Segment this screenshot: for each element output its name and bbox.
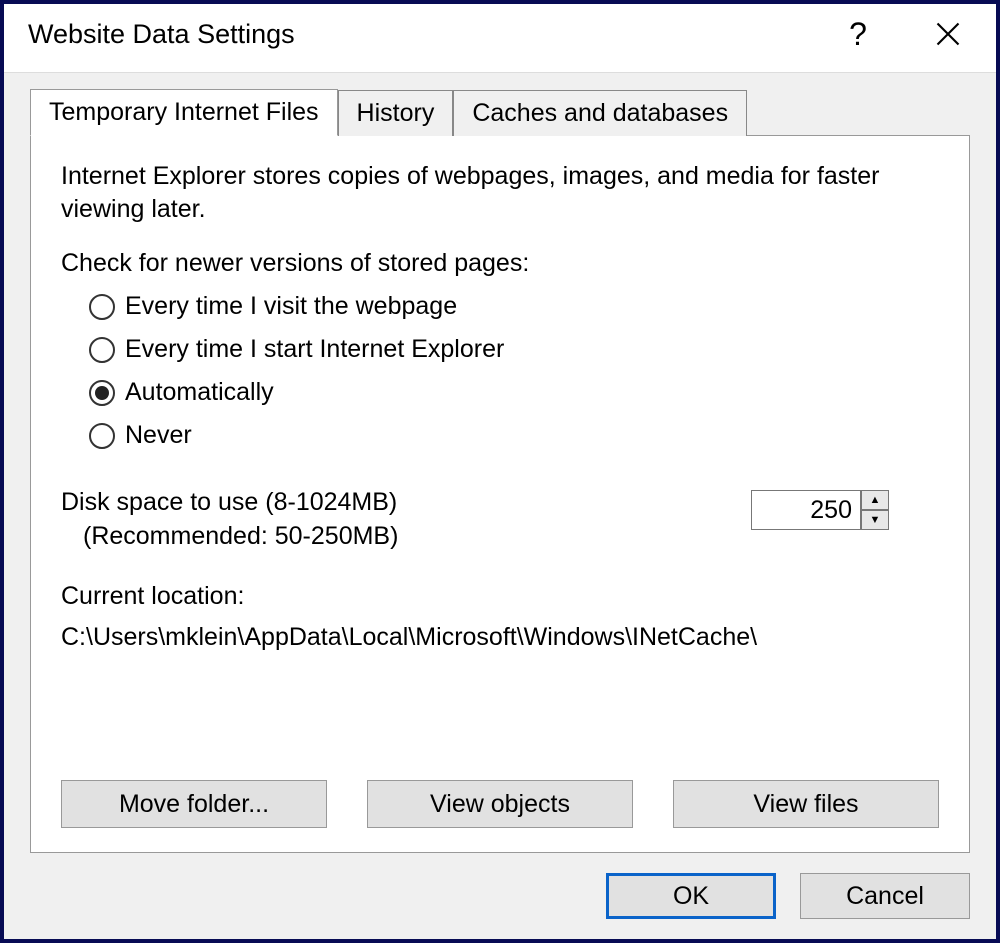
- tab-caches-and-databases[interactable]: Caches and databases: [453, 90, 747, 136]
- spinner-buttons: ▲ ▼: [861, 490, 889, 530]
- radio-every-start[interactable]: Every time I start Internet Explorer: [89, 335, 939, 364]
- move-folder-button[interactable]: Move folder...: [61, 780, 327, 828]
- titlebar: Website Data Settings ?: [4, 4, 996, 73]
- view-files-button[interactable]: View files: [673, 780, 939, 828]
- check-newer-versions-radio-group: Every time I visit the webpage Every tim…: [89, 292, 939, 464]
- description-text: Internet Explorer stores copies of webpa…: [61, 160, 939, 225]
- dialog-title: Website Data Settings: [28, 19, 798, 50]
- disk-space-row: Disk space to use (8-1024MB) (Recommende…: [61, 486, 939, 554]
- chevron-up-icon: ▲: [870, 494, 881, 506]
- current-location-label: Current location:: [61, 582, 939, 611]
- tab-temporary-internet-files[interactable]: Temporary Internet Files: [30, 89, 338, 136]
- tab-history[interactable]: History: [338, 90, 454, 136]
- spinner-up-button[interactable]: ▲: [861, 490, 889, 510]
- dialog-body: Temporary Internet Files History Caches …: [4, 73, 996, 939]
- radio-icon: [89, 294, 115, 320]
- tab-panel-temporary-internet-files: Internet Explorer stores copies of webpa…: [30, 135, 970, 853]
- radio-never[interactable]: Never: [89, 421, 939, 450]
- radio-label: Every time I start Internet Explorer: [125, 335, 504, 364]
- panel-button-row: Move folder... View objects View files: [61, 780, 939, 828]
- help-icon: ?: [849, 16, 867, 53]
- check-newer-versions-label: Check for newer versions of stored pages…: [61, 249, 939, 278]
- dialog-button-row: OK Cancel: [30, 853, 970, 919]
- disk-space-label-line2: (Recommended: 50-250MB): [83, 520, 398, 554]
- help-button[interactable]: ?: [828, 14, 888, 54]
- cancel-button[interactable]: Cancel: [800, 873, 970, 919]
- radio-icon: [89, 423, 115, 449]
- radio-every-visit[interactable]: Every time I visit the webpage: [89, 292, 939, 321]
- radio-label: Automatically: [125, 378, 274, 407]
- chevron-down-icon: ▼: [870, 514, 881, 526]
- radio-label: Every time I visit the webpage: [125, 292, 457, 321]
- website-data-settings-dialog: Website Data Settings ? Temporary Intern…: [0, 0, 1000, 943]
- tab-strip: Temporary Internet Files History Caches …: [30, 88, 970, 135]
- view-objects-button[interactable]: View objects: [367, 780, 633, 828]
- close-icon: [934, 20, 962, 48]
- disk-space-label-line1: Disk space to use (8-1024MB): [61, 486, 398, 520]
- current-location-path: C:\Users\mklein\AppData\Local\Microsoft\…: [61, 623, 939, 652]
- close-button[interactable]: [918, 14, 978, 54]
- disk-space-label: Disk space to use (8-1024MB) (Recommende…: [61, 486, 398, 554]
- radio-label: Never: [125, 421, 192, 450]
- radio-icon: [89, 337, 115, 363]
- ok-button[interactable]: OK: [606, 873, 776, 919]
- radio-icon: [89, 380, 115, 406]
- disk-space-spinner: 250 ▲ ▼: [751, 490, 889, 530]
- disk-space-input[interactable]: 250: [751, 490, 861, 530]
- radio-automatically[interactable]: Automatically: [89, 378, 939, 407]
- spinner-down-button[interactable]: ▼: [861, 510, 889, 530]
